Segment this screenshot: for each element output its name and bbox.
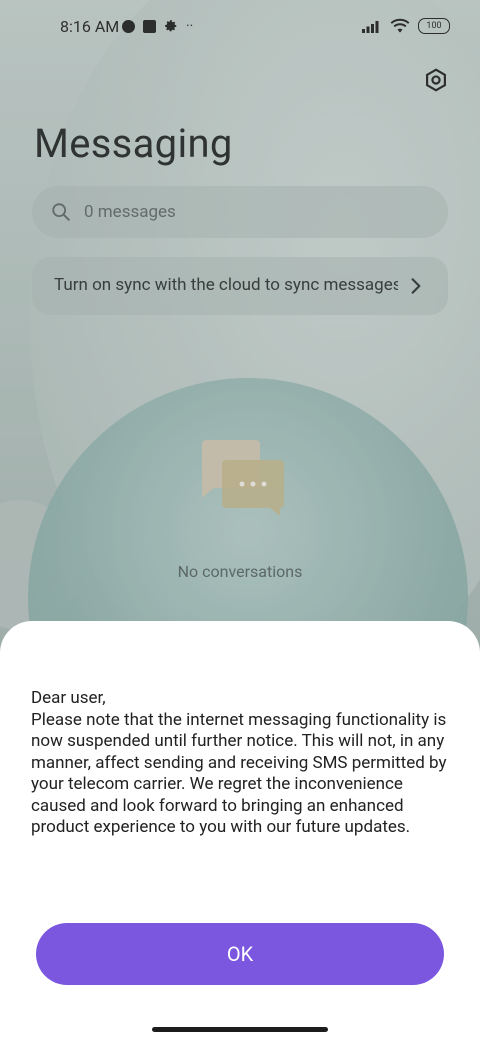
notice-dialog: Dear user, Please note that the internet… (0, 621, 480, 1040)
screen: 8:16 AM ·· 100 Messaging 0 messages Turn… (0, 0, 480, 1040)
ok-button[interactable]: OK (36, 923, 444, 985)
dialog-message: Dear user, Please note that the internet… (31, 688, 447, 837)
home-indicator[interactable] (152, 1027, 328, 1032)
